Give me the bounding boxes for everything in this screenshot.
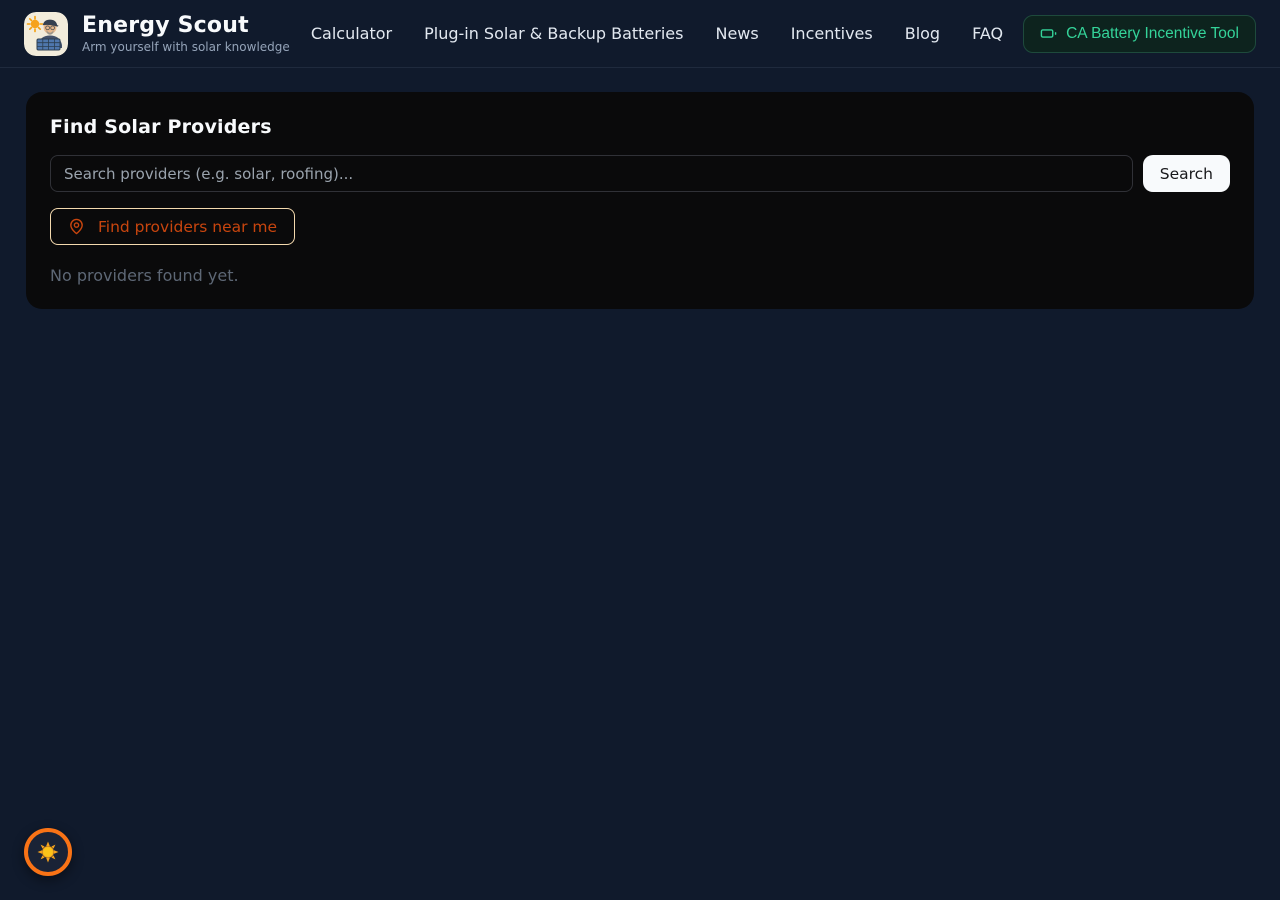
card-title: Find Solar Providers [50,116,1230,138]
brand-logo[interactable] [24,12,68,56]
nav-link-calculator[interactable]: Calculator [311,24,392,43]
provider-search-input[interactable] [50,155,1133,192]
search-row: Search [50,155,1230,192]
header: Energy Scout Arm yourself with solar kno… [0,0,1280,68]
find-solar-providers-card: Find Solar Providers Search Find provide… [26,92,1254,309]
battery-icon [1040,25,1057,42]
map-pin-icon [68,218,85,235]
empty-state-text: No providers found yet. [50,266,1230,285]
nav-link-news[interactable]: News [715,24,758,43]
nav-link-plugin-solar-backup-batteries[interactable]: Plug-in Solar & Backup Batteries [424,24,683,43]
brand-tagline: Arm yourself with solar knowledge [82,40,290,54]
find-providers-near-me-button[interactable]: Find providers near me [50,208,295,245]
nav-link-incentives[interactable]: Incentives [791,24,873,43]
ca-battery-incentive-tool-button[interactable]: CA Battery Incentive Tool [1023,15,1256,53]
cta-label: CA Battery Incentive Tool [1066,25,1239,43]
sun-icon [36,840,60,864]
solar-installer-avatar-icon [24,12,68,56]
brand-text: Energy Scout Arm yourself with solar kno… [82,13,290,54]
nav-link-faq[interactable]: FAQ [972,24,1003,43]
near-me-label: Find providers near me [98,218,277,236]
main-content: Find Solar Providers Search Find provide… [0,92,1280,309]
search-button[interactable]: Search [1143,155,1230,192]
theme-toggle-button[interactable] [24,828,72,876]
brand-title: Energy Scout [82,13,290,38]
nav-link-blog[interactable]: Blog [905,24,940,43]
main-nav: Calculator Plug-in Solar & Backup Batter… [311,24,1003,43]
